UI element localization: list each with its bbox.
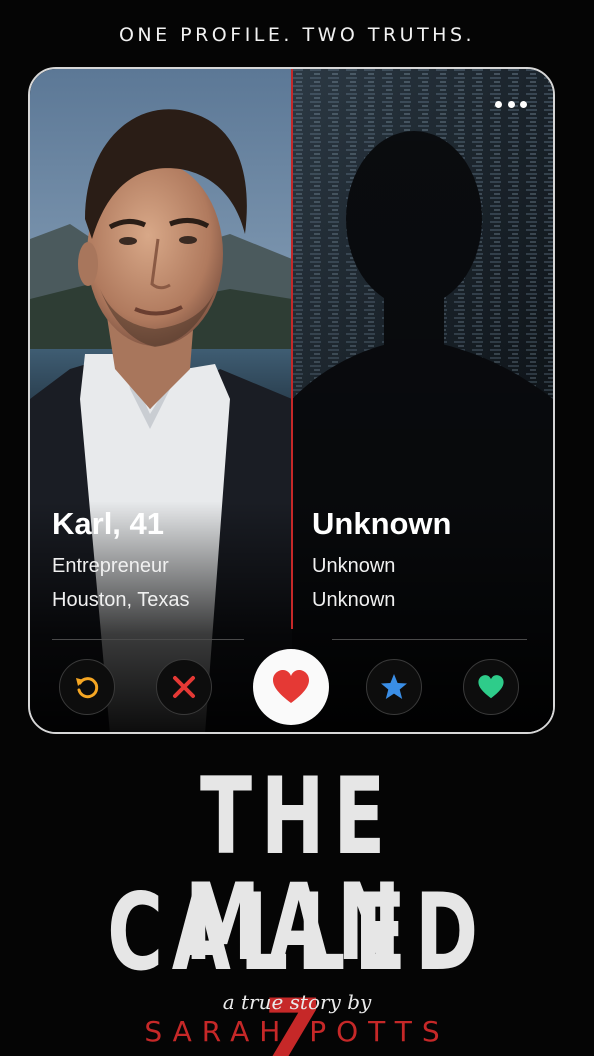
left-profile-location: Houston, Texas [52, 589, 190, 611]
book-title-line-2-text: CALLED [107, 871, 487, 994]
heart-icon [478, 675, 504, 699]
nope-button[interactable] [156, 659, 212, 715]
super-like-button[interactable] [366, 659, 422, 715]
left-profile-occupation: Entrepreneur [52, 555, 169, 577]
x-icon [173, 676, 195, 698]
profile-card: Karl, 41 Entrepreneur Houston, Texas Unk… [28, 67, 555, 734]
author-name: SARAH POTTS [144, 1015, 450, 1048]
left-profile-name: Karl, 41 [52, 506, 165, 541]
match-button[interactable] [463, 659, 519, 715]
rewind-button[interactable] [59, 659, 115, 715]
left-separator [52, 639, 244, 640]
rewind-icon [76, 677, 99, 699]
like-button[interactable] [253, 649, 329, 725]
profile-divider [291, 69, 293, 629]
tagline: ONE PROFILE. TWO TRUTHS. [118, 24, 476, 46]
profile-photo-karl [30, 69, 292, 732]
right-profile-occupation: Unknown [312, 555, 396, 577]
profile-photo-unknown [292, 69, 553, 732]
star-icon [381, 674, 407, 699]
right-profile-name: Unknown [312, 506, 452, 541]
right-profile-location: Unknown [312, 589, 396, 611]
byline: a true story by [222, 990, 372, 1014]
heart-icon [273, 670, 309, 703]
more-dots-icon[interactable] [495, 99, 527, 109]
right-separator [332, 639, 527, 640]
